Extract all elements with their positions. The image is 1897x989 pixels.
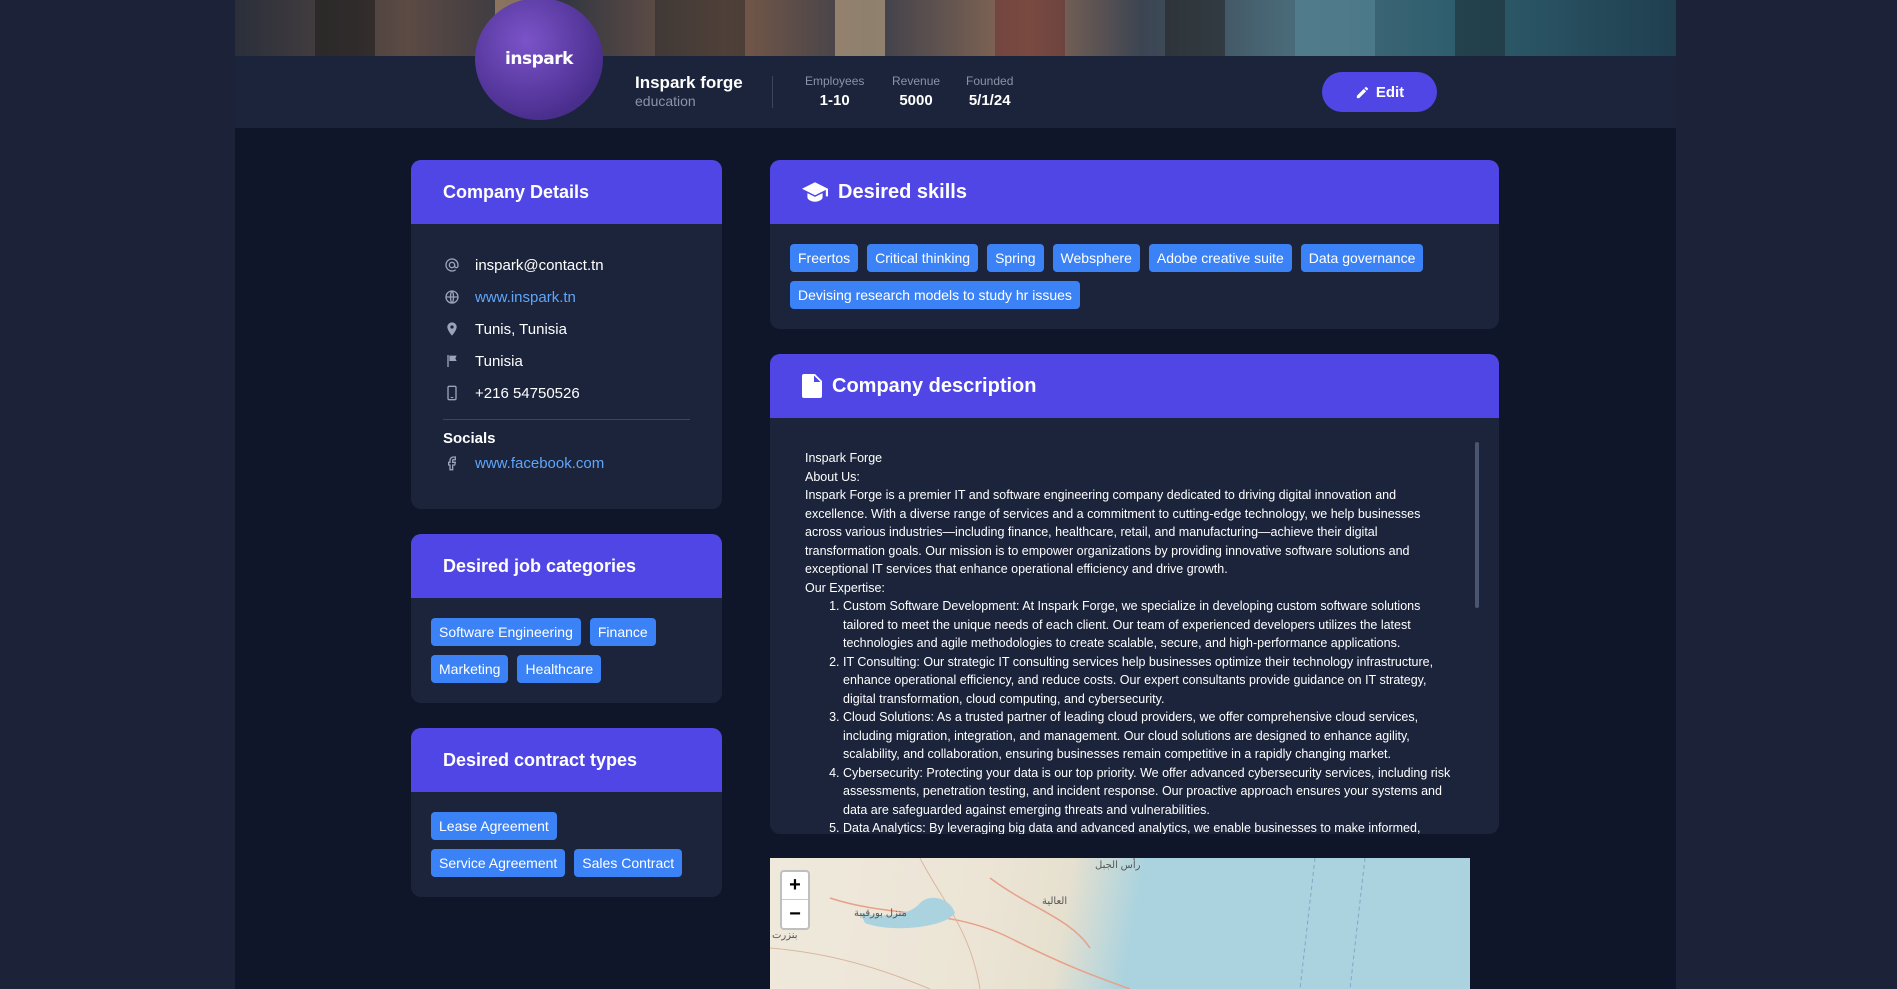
location-row: Tunis, Tunisia bbox=[411, 313, 722, 345]
phone-value: +216 54750526 bbox=[475, 384, 580, 402]
company-sector: education bbox=[635, 93, 696, 109]
description-scrollbar[interactable] bbox=[1475, 442, 1479, 608]
stat-revenue: Revenue 5000 bbox=[892, 74, 940, 109]
job-category-tag: Marketing bbox=[431, 655, 509, 683]
map-zoom-control: + − bbox=[780, 870, 810, 930]
website-link[interactable]: www.inspark.tn bbox=[475, 289, 576, 306]
expertise-item: Cybersecurity: Protecting your data is o… bbox=[843, 764, 1455, 820]
email-row: inspark@contact.tn bbox=[411, 249, 722, 281]
expertise-list: Custom Software Development: At Inspark … bbox=[805, 597, 1455, 834]
expertise-item: Cloud Solutions: As a trusted partner of… bbox=[843, 708, 1455, 764]
details-divider bbox=[443, 419, 690, 420]
skill-tag: Spring bbox=[987, 244, 1044, 272]
job-categories-card: Desired job categories Software Engineer… bbox=[411, 534, 722, 703]
stat-label: Employees bbox=[805, 74, 865, 88]
job-category-tag: Finance bbox=[589, 618, 656, 646]
company-name: Inspark forge bbox=[635, 73, 743, 92]
skill-tag: Websphere bbox=[1052, 244, 1140, 272]
expertise-item: Data Analytics: By leveraging big data a… bbox=[843, 819, 1455, 834]
company-details-title: Company Details bbox=[411, 160, 722, 224]
contract-types-card: Desired contract types Lease Agreement S… bbox=[411, 728, 722, 897]
company-avatar: inspark bbox=[475, 0, 603, 120]
phone-row: +216 54750526 bbox=[411, 377, 722, 409]
stat-value: 5/1/24 bbox=[968, 92, 1011, 109]
map-label: بنزرت bbox=[772, 930, 798, 941]
country-value: Tunisia bbox=[475, 352, 523, 370]
job-categories-title: Desired job categories bbox=[411, 534, 722, 598]
map-label: منزل بورقيبة bbox=[854, 908, 907, 919]
at-icon bbox=[443, 256, 461, 274]
website-row: www.inspark.tn bbox=[411, 281, 722, 313]
skill-tag: Devising research models to study hr iss… bbox=[790, 281, 1080, 309]
description-card: Company description Inspark Forge About … bbox=[770, 354, 1499, 834]
location-map[interactable]: رأس الجبل منزل بورقيبة العالية بنزرت + − bbox=[770, 858, 1470, 989]
expertise-item: IT Consulting: Our strategic IT consulti… bbox=[843, 653, 1455, 709]
flag-icon bbox=[443, 352, 461, 370]
header-divider bbox=[772, 76, 773, 108]
facebook-icon bbox=[443, 454, 461, 472]
job-category-tag: Software Engineering bbox=[431, 618, 581, 646]
stat-value: 1-10 bbox=[819, 92, 850, 109]
map-roads bbox=[770, 858, 1366, 989]
job-categories-tags: Software Engineering Finance Marketing H… bbox=[411, 598, 722, 683]
description-heading: Inspark Forge bbox=[805, 451, 883, 465]
skill-tag: Freertos bbox=[790, 244, 859, 272]
contract-type-tag: Lease Agreement bbox=[431, 812, 557, 840]
globe-icon bbox=[443, 288, 461, 306]
email-value: inspark@contact.tn bbox=[475, 256, 604, 274]
page: inspark Inspark forge education Employee… bbox=[235, 0, 1676, 989]
graduation-cap-icon bbox=[802, 182, 828, 202]
stat-value: 5000 bbox=[899, 92, 933, 109]
contract-type-tag: Service Agreement bbox=[431, 849, 566, 877]
stat-founded: Founded 5/1/24 bbox=[966, 74, 1013, 109]
edit-button-label: Edit bbox=[1375, 83, 1405, 101]
edit-button[interactable]: Edit bbox=[1322, 72, 1437, 112]
expertise-item: Custom Software Development: At Inspark … bbox=[843, 597, 1455, 653]
zoom-in-button[interactable]: + bbox=[782, 872, 808, 900]
phone-icon bbox=[443, 384, 461, 402]
map-label: رأس الجبل bbox=[1095, 860, 1141, 871]
job-category-tag: Healthcare bbox=[517, 655, 602, 683]
expertise-label: Our Expertise: bbox=[805, 580, 885, 595]
socials-label: Socials bbox=[443, 430, 496, 447]
location-pin-icon bbox=[443, 320, 461, 338]
skills-header: Desired skills bbox=[770, 160, 1499, 224]
description-header: Company description bbox=[770, 354, 1499, 418]
about-text: Inspark Forge is a premier IT and softwa… bbox=[805, 488, 1421, 576]
stat-label: Founded bbox=[966, 74, 1014, 88]
stat-label: Revenue bbox=[892, 74, 941, 88]
skill-tag: Data governance bbox=[1300, 244, 1424, 272]
facebook-row: www.facebook.com bbox=[411, 449, 722, 477]
pencil-icon bbox=[1356, 86, 1368, 98]
stat-employees: Employees 1-10 bbox=[805, 74, 864, 109]
skills-tags: Freertos Critical thinking Spring Websph… bbox=[770, 224, 1499, 309]
company-details-card: Company Details inspark@contact.tn www.i… bbox=[411, 160, 722, 509]
skills-card: Desired skills Freertos Critical thinkin… bbox=[770, 160, 1499, 329]
map-label: العالية bbox=[1042, 896, 1068, 907]
contract-types-title: Desired contract types bbox=[411, 728, 722, 792]
skill-tag: Adobe creative suite bbox=[1148, 244, 1292, 272]
company-logo: inspark bbox=[505, 49, 573, 69]
facebook-link[interactable]: www.facebook.com bbox=[475, 455, 604, 472]
document-icon bbox=[802, 374, 822, 398]
contract-types-tags: Lease Agreement Service Agreement Sales … bbox=[411, 792, 722, 877]
location-value: Tunis, Tunisia bbox=[475, 320, 567, 338]
skills-title: Desired skills bbox=[838, 180, 967, 203]
zoom-out-button[interactable]: − bbox=[782, 900, 808, 928]
profile-bar bbox=[235, 56, 1676, 128]
country-row: Tunisia bbox=[411, 345, 722, 377]
cover-banner bbox=[235, 0, 1676, 56]
skill-tag: Critical thinking bbox=[867, 244, 979, 272]
description-title: Company description bbox=[832, 374, 1037, 397]
description-body: Inspark Forge About Us: Inspark Forge is… bbox=[805, 449, 1455, 834]
about-label: About Us: bbox=[805, 469, 860, 484]
contract-type-tag: Sales Contract bbox=[574, 849, 683, 877]
